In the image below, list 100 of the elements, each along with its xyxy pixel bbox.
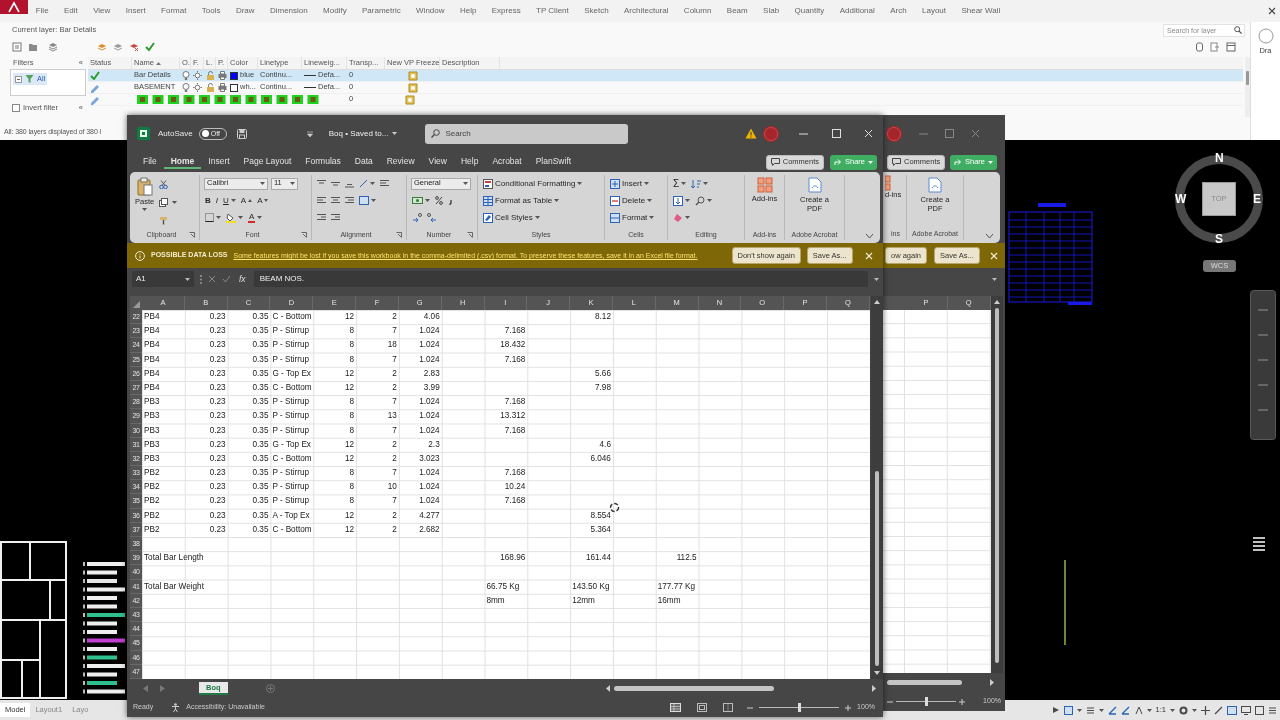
zoom-slider[interactable]	[759, 703, 840, 712]
check-icon[interactable]	[145, 41, 155, 52]
chevron-down-icon[interactable]	[986, 234, 993, 238]
horizontal-scrollbar[interactable]	[605, 684, 877, 693]
launcher-icon[interactable]	[301, 232, 307, 238]
ribbon-tab[interactable]: Home	[163, 155, 202, 169]
menu-item[interactable]: Format	[153, 6, 195, 16]
italic-toggle[interactable]: I	[214, 196, 219, 205]
printer-icon[interactable]	[218, 71, 227, 80]
lock-icon[interactable]	[206, 83, 215, 92]
launcher-icon[interactable]	[467, 232, 473, 238]
autosum-command[interactable]: Σ	[672, 178, 688, 189]
delete-layer-icon[interactable]	[129, 41, 139, 52]
compass-south-label[interactable]: S	[1215, 233, 1223, 245]
menu-item[interactable]: Sketch	[576, 6, 617, 16]
ribbon-tab[interactable]: Data	[347, 155, 380, 169]
ribbon-tab[interactable]: Page Layout	[236, 155, 299, 169]
name-box[interactable]: A1	[132, 271, 194, 287]
menu-item[interactable]: Slab	[755, 6, 787, 16]
ribbon-tab[interactable]: PlanSwift	[528, 155, 579, 169]
menu-item[interactable]: Insert	[118, 6, 154, 16]
menu-item[interactable]: Edit	[56, 6, 86, 16]
document-title[interactable]: Boq • Saved to...	[328, 129, 398, 138]
scrollbar[interactable]	[1245, 57, 1250, 117]
layer-stack-icon[interactable]	[97, 41, 107, 52]
delete-button[interactable]: Delete	[609, 195, 654, 206]
ribbon-tab[interactable]: File	[136, 155, 164, 169]
currency-button[interactable]	[411, 196, 431, 205]
borders-button[interactable]	[204, 213, 222, 222]
tile-grid-icon[interactable]	[885, 175, 891, 191]
compass-east-label[interactable]: E	[1253, 193, 1261, 205]
decrease-indent-button[interactable]	[316, 213, 327, 222]
percent-button[interactable]	[434, 196, 444, 205]
shrink-font-command[interactable]: A	[256, 196, 270, 205]
square-icon[interactable]	[1227, 705, 1237, 715]
menu-item[interactable]: Parametric	[354, 6, 409, 16]
search-icon[interactable]	[1234, 26, 1242, 34]
menu-item[interactable]: Modify	[315, 6, 355, 16]
launcher-icon[interactable]	[189, 232, 195, 238]
ribbon-tab[interactable]: Review	[379, 155, 422, 169]
layers-icon[interactable]	[48, 41, 58, 52]
fill-button[interactable]	[672, 195, 691, 206]
menu-item[interactable]: TP Client	[528, 6, 577, 16]
bold-toggle[interactable]: B	[204, 196, 212, 205]
increase-decimal-button[interactable]	[411, 213, 423, 222]
conditional-formatting-button[interactable]: Conditional Formatting	[482, 178, 584, 189]
customize-icon[interactable]	[306, 130, 313, 137]
ribbon-tab[interactable]: Help	[453, 155, 486, 169]
ribbon-tab[interactable]: Acrobat	[485, 155, 529, 169]
ribbon-tab[interactable]: Insert	[201, 155, 237, 169]
decrease-decimal-button[interactable]	[426, 213, 438, 222]
menu-item[interactable]: Dimension	[262, 6, 316, 16]
ribbon-tab[interactable]: Formulas	[298, 155, 348, 169]
color-swatch-icon[interactable]	[231, 84, 237, 91]
menu-item[interactable]: File	[28, 6, 57, 16]
merge-button[interactable]	[358, 196, 377, 205]
triangle-icon[interactable]	[1051, 706, 1060, 714]
warning-icon[interactable]	[745, 128, 757, 139]
menu-item[interactable]: Beam	[719, 6, 756, 16]
menu-item[interactable]: Architectural	[616, 6, 677, 16]
plus-icon[interactable]	[1201, 705, 1210, 715]
printer-icon[interactable]	[218, 83, 227, 92]
format-button[interactable]: Format	[609, 212, 656, 223]
accessibility-icon[interactable]	[171, 703, 181, 712]
select-all-icon[interactable]	[130, 296, 142, 310]
cancel-icon[interactable]	[208, 275, 216, 283]
monitor-icon[interactable]	[1241, 705, 1251, 715]
menu-item[interactable]: Draw	[228, 6, 263, 16]
increase-indent-button[interactable]	[330, 213, 341, 222]
color-swatch-icon[interactable]	[231, 72, 237, 79]
align-left-button[interactable]	[316, 196, 327, 205]
font-color-picker[interactable]: A	[247, 212, 264, 223]
copy-icon[interactable]	[159, 198, 169, 207]
align-center-button[interactable]	[330, 196, 341, 205]
brush-icon[interactable]	[159, 216, 169, 226]
insert-function[interactable]: fx	[237, 274, 248, 284]
vertical-scrollbar[interactable]	[991, 296, 1003, 673]
align-right-button[interactable]	[344, 196, 355, 205]
minus-icon[interactable]	[887, 698, 893, 705]
scissors-icon[interactable]	[159, 179, 169, 189]
panel-icon[interactable]	[1226, 41, 1236, 52]
list-icon[interactable]	[12, 41, 22, 52]
zoom-slider[interactable]	[896, 697, 956, 706]
save-icon[interactable]	[236, 128, 247, 139]
orientation-button[interactable]	[358, 179, 376, 188]
menu-item[interactable]: Arch	[882, 6, 915, 16]
sun-icon[interactable]	[193, 71, 202, 80]
menu-item[interactable]: Express	[484, 6, 529, 16]
zoom-thumb[interactable]	[797, 703, 801, 712]
square-icon[interactable]	[1063, 705, 1073, 715]
compass-north-label[interactable]: N	[1215, 152, 1224, 164]
sun-icon[interactable]	[193, 83, 202, 92]
slash-icon[interactable]	[1214, 705, 1223, 715]
fill-color-button[interactable]	[225, 212, 244, 223]
chevron-down-icon[interactable]	[866, 234, 873, 238]
cell-styles-button[interactable]: Cell Styles	[482, 212, 541, 223]
vertical-scrollbar[interactable]	[871, 296, 883, 679]
chevron-up-icon[interactable]	[1133, 705, 1143, 715]
menu-item[interactable]: Tools	[194, 6, 229, 16]
dot-tile-icon[interactable]	[407, 70, 418, 81]
